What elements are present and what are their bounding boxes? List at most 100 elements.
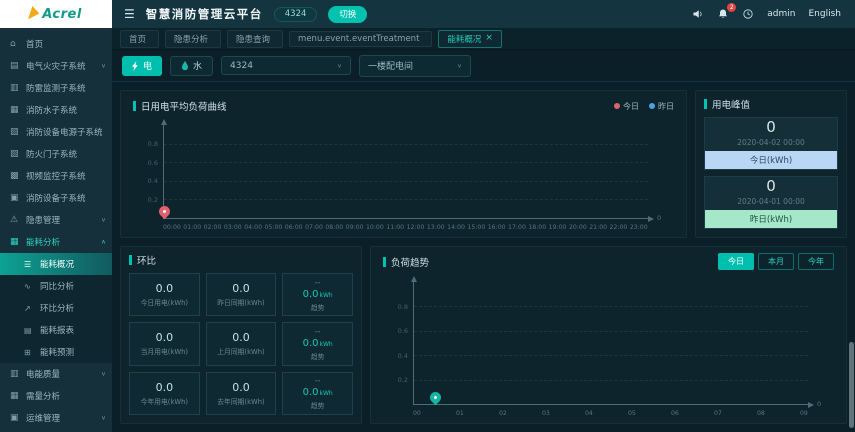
stat-card: 0.0 上月同期(kWh) (205, 322, 277, 366)
peak-value-today: 0 (766, 118, 776, 136)
y-tick: 0.6 (147, 158, 158, 167)
admin-user-label[interactable]: admin (767, 9, 795, 19)
sidebar-item[interactable]: ▣ 运维管理 ∨ (0, 407, 112, 429)
sidebar-item[interactable]: ⚠ 隐患管理 ∨ (0, 209, 112, 231)
legend-dot-yesterday (649, 103, 655, 109)
peak-time-today: 2020-04-02 00:00 (737, 138, 805, 147)
sidebar-item-icon: ⌂ (10, 39, 16, 49)
x-tick: 04:00 (244, 224, 263, 231)
legend-yesterday[interactable]: 昨日 (649, 101, 674, 112)
stat-card: 0.0 当月用电(kWh) (129, 322, 200, 366)
peak-panel: 用电峰值 0 2020-04-02 00:00 今日(kWh) 0 2020-0… (695, 90, 847, 238)
station-select[interactable]: 4324 ∨ (221, 56, 352, 75)
sidebar-item[interactable]: ▦ 需量分析 (0, 385, 112, 407)
x-tick: 01:00 (183, 224, 202, 231)
sidebar-item[interactable]: ▦ 能耗分析 ∧ (0, 231, 112, 253)
sidebar-item[interactable]: ⊞ 能耗预测 (0, 341, 112, 363)
sidebar-item[interactable]: ☰ 能耗概况 (0, 253, 112, 275)
x-tick: 02:00 (203, 224, 222, 231)
tab[interactable]: 隐患分析 (165, 29, 222, 48)
sidebar-item[interactable]: ▣ 消防设备子系统 (0, 187, 112, 209)
sidebar-item[interactable]: ▧ 消防设备电源子系统 (0, 121, 112, 143)
chevron-icon: ∨ (100, 370, 106, 378)
sidebar-item-icon: ▤ (24, 325, 32, 335)
tab-close-icon[interactable]: × (485, 34, 493, 43)
sidebar-item-label: 同比分析 (40, 282, 75, 292)
daily-load-plot-area: 0 (156, 119, 661, 222)
x-tick: 21:00 (589, 224, 608, 231)
x-tick: 09:00 (345, 224, 364, 231)
sidebar-item[interactable]: ▤ 能耗报表 (0, 319, 112, 341)
sidebar-item-icon: ▥ (10, 369, 19, 379)
range-button[interactable]: 今年 (798, 253, 834, 270)
menu-collapse-icon[interactable]: ☰ (124, 7, 135, 21)
history-clock-icon[interactable] (742, 8, 754, 20)
switch-button[interactable]: 切换 (328, 5, 368, 23)
y-tick: 0.6 (397, 327, 408, 336)
sidebar-item[interactable]: ∿ 同比分析 (0, 275, 112, 297)
stat-value: 0.0 (155, 282, 174, 296)
sidebar-item-icon: ↗ (24, 303, 31, 313)
stat-label: 昨日同期(kWh) (217, 299, 265, 308)
section-accent-bar (133, 101, 136, 111)
volume-icon[interactable] (692, 8, 704, 20)
y-axis-arrow-icon (160, 119, 167, 125)
legend-today[interactable]: 今日 (614, 101, 639, 112)
sidebar-item-icon: ⚠ (10, 215, 19, 225)
x-tick: 23:00 (629, 224, 648, 231)
x-tick: 08:00 (325, 224, 344, 231)
range-button[interactable]: 本月 (758, 253, 794, 270)
scrollbar-thumb[interactable] (849, 342, 854, 428)
sidebar-item[interactable]: ▩ 视频监控子系统 (0, 165, 112, 187)
app-title: 智慧消防管理云平台 (145, 7, 263, 21)
x-tick: 06:00 (284, 224, 303, 231)
sidebar-item[interactable]: ⌂ 首页 (0, 33, 112, 55)
sidebar-item[interactable]: ▥ 防雷监测子系统 (0, 77, 112, 99)
language-switch[interactable]: English (809, 9, 842, 19)
electric-toggle-button[interactable]: 电 (122, 55, 163, 76)
sidebar-item-label: 能耗概况 (40, 260, 75, 270)
stat-value: 0.0 (232, 331, 250, 345)
peak-label-today: 今日(kWh) (705, 151, 837, 169)
chevron-down-icon: ∨ (456, 62, 463, 69)
load-trend-panel: 负荷趋势 今日 本月 今年 0.8 0.6 0.4 0.2 0 00 01 02… (370, 246, 847, 424)
x-tick: 09 (800, 410, 808, 417)
peak-card-yesterday: 0 2020-04-01 00:00 昨日(kWh) (704, 176, 838, 229)
tab[interactable]: 首页 (120, 29, 160, 48)
tab-label: 隐患查询 (236, 34, 271, 45)
y-tick: 0.8 (397, 302, 408, 311)
water-toggle-button[interactable]: 水 (170, 55, 214, 76)
chart-legend: 今日 昨日 (614, 101, 674, 112)
sidebar-item[interactable]: ↗ 环比分析 (0, 297, 112, 319)
stat-value: 0.0 (155, 331, 174, 345)
legend-today-label: 今日 (623, 101, 639, 111)
tab[interactable]: menu.event.eventTreatment (289, 30, 433, 47)
sidebar-item[interactable]: ▤ 电气火灾子系统 ∨ (0, 55, 112, 77)
sidebar-item-label: 环比分析 (40, 304, 75, 314)
range-button[interactable]: 今日 (718, 253, 754, 270)
x-tick: 07:00 (305, 224, 323, 231)
x-tick: 05 (628, 410, 636, 417)
x-tick: 00 (413, 410, 421, 417)
tab[interactable]: 隐患查询 (227, 29, 284, 48)
range-button-group: 今日 本月 今年 (718, 253, 834, 270)
logo-mark-icon (28, 5, 42, 23)
lightning-icon (132, 60, 138, 71)
sidebar-item[interactable]: ▥ 电能质量 ∨ (0, 363, 112, 385)
top-header: Acrel ☰ 智慧消防管理云平台 4324 切换 2 admin Englis… (0, 0, 855, 28)
y-tick: 0.2 (147, 196, 158, 205)
trend-value: 0.0kWh (302, 387, 333, 399)
tab[interactable]: 能耗概况 × (438, 29, 502, 48)
peak-label-yesterday: 昨日(kWh) (705, 210, 837, 228)
room-select[interactable]: 一楼配电间 ∨ (359, 54, 472, 77)
stat-label: 今年用电(kWh) (140, 397, 189, 406)
x-tick: 22:00 (609, 224, 628, 231)
y-tick: 0.2 (397, 376, 408, 385)
sidebar-item[interactable]: ▨ 防火门子系统 (0, 143, 112, 165)
sidebar-item-icon: ▦ (10, 105, 19, 115)
sidebar-item[interactable]: ▦ 消防水子系统 (0, 99, 112, 121)
tab-label: menu.event.eventTreatment (298, 33, 420, 44)
chevron-icon: ∧ (100, 238, 106, 246)
x-tick: 08 (757, 410, 765, 417)
notification-bell-icon[interactable]: 2 (717, 3, 737, 20)
